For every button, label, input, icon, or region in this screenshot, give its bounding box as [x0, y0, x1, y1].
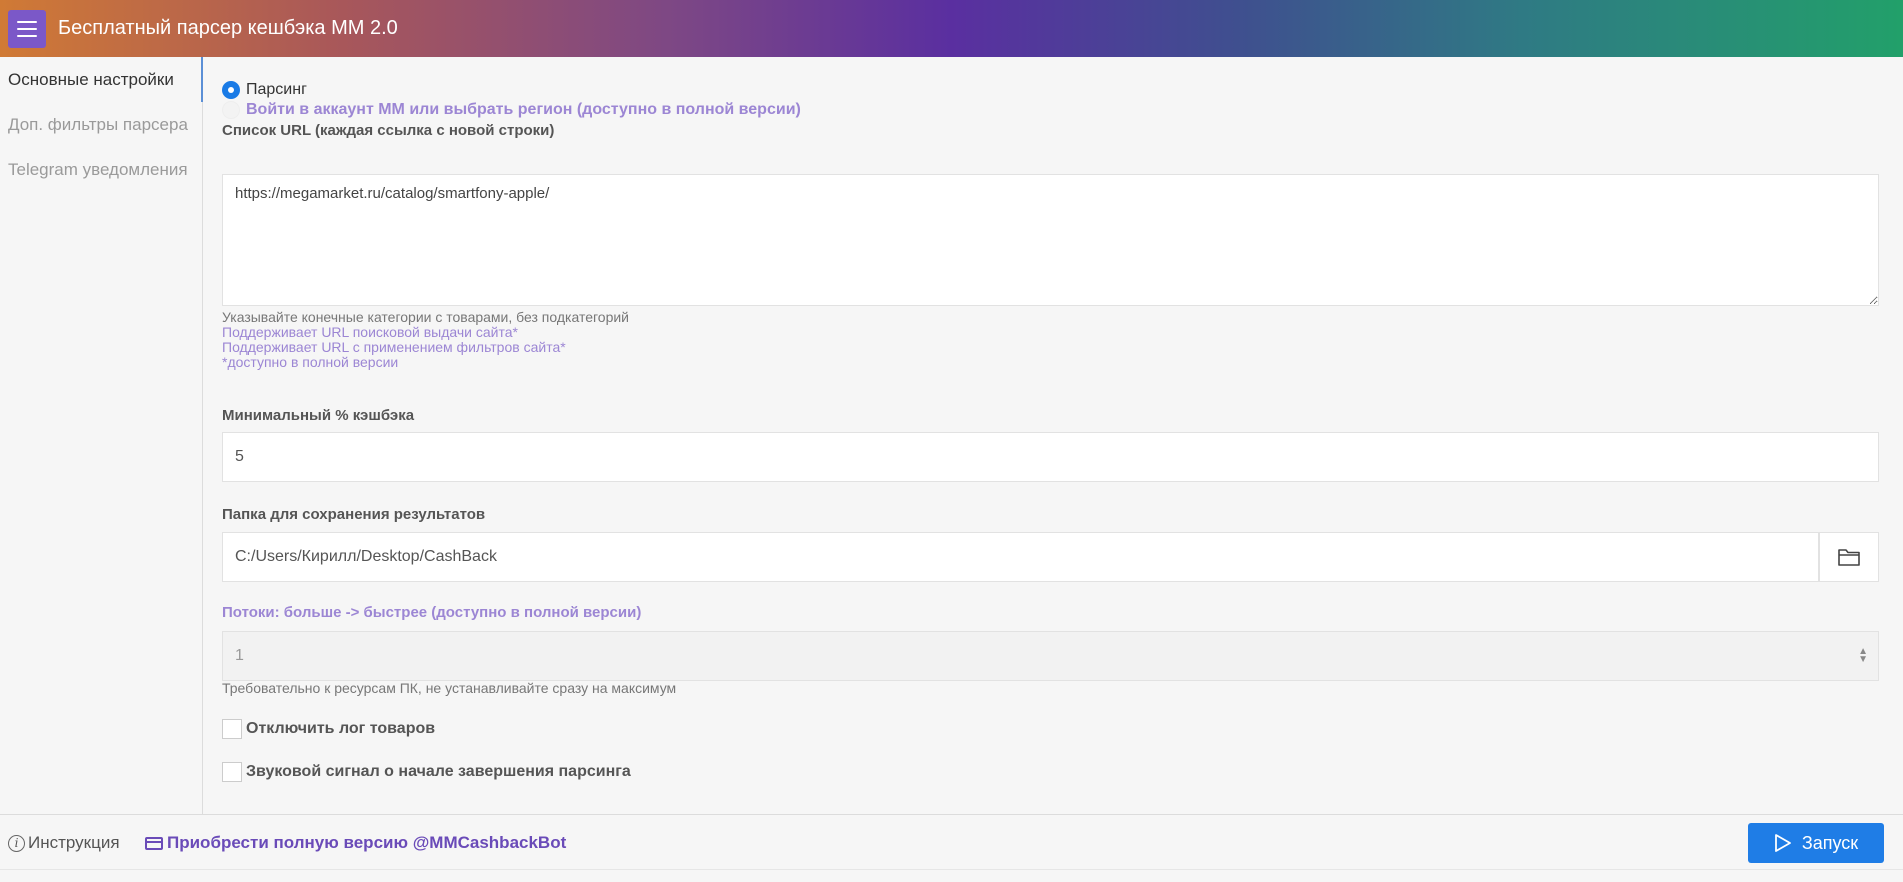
instructions-link[interactable]: i Инструкция	[8, 833, 120, 853]
urls-textarea[interactable]: https://megamarket.ru/catalog/smartfony-…	[222, 174, 1879, 306]
sidebar-item-telegram[interactable]: Telegram уведомления	[0, 147, 202, 192]
urls-hint-filters: Поддерживает URL с применением фильтров …	[222, 339, 566, 355]
sidebar-item-main-settings[interactable]: Основные настройки	[0, 57, 203, 102]
disable-log-label: Отключить лог товаров	[246, 720, 436, 737]
disable-log-option[interactable]: Отключить лог товаров	[222, 719, 435, 739]
radio-label-login: Войти в аккаунт ММ или выбрать регион (д…	[246, 101, 801, 118]
spin-arrows-icon[interactable]: ▲ ▼	[1858, 647, 1868, 665]
threads-label: Потоки: больше -> быстрее (доступно в по…	[222, 604, 642, 621]
urls-hint-categories: Указывайте конечные категории с товарами…	[222, 309, 629, 325]
radio-button-unchecked[interactable]	[222, 101, 240, 119]
title-bar: Бесплатный парсер кешбэка ММ 2.0	[0, 0, 1903, 57]
folder-path-input[interactable]: C:/Users/Кирилл/Desktop/CashBack	[222, 532, 1819, 582]
hamburger-icon	[17, 20, 37, 23]
disable-log-checkbox[interactable]	[222, 719, 242, 739]
urls-hint-full-version: *доступно в полной версии	[222, 354, 399, 370]
play-icon	[1774, 834, 1791, 852]
folder-label: Папка для сохранения результатов	[222, 506, 486, 523]
cashback-value: 5	[235, 448, 244, 465]
sound-signal-label: Звуковой сигнал о начале завершения парс…	[246, 763, 631, 780]
cashback-label: Минимальный % кэшбэка	[222, 407, 415, 424]
threads-hint: Требовательно к ресурсам ПК, не устанавл…	[222, 680, 677, 696]
urls-label: Список URL (каждая ссылка с новой строки…	[222, 122, 555, 139]
menu-button[interactable]	[8, 9, 46, 48]
sound-signal-option[interactable]: Звуковой сигнал о начале завершения парс…	[222, 762, 631, 782]
sound-signal-checkbox[interactable]	[222, 762, 242, 782]
urls-hint-search: Поддерживает URL поисковой выдачи сайта*	[222, 324, 518, 340]
main-panel: Парсинг Войти в аккаунт ММ или выбрать р…	[203, 57, 1903, 814]
threads-value: 1	[235, 647, 244, 664]
threads-stepper[interactable]: 1 ▲ ▼	[222, 631, 1879, 681]
radio-button-checked[interactable]	[222, 81, 240, 99]
browse-folder-button[interactable]	[1819, 532, 1879, 582]
buy-full-version-label: Приобрести полную версию @MMCashbackBot	[167, 833, 567, 852]
folder-icon	[1838, 549, 1860, 566]
hamburger-icon-bar	[17, 27, 37, 30]
footer-bar: i Инструкция Приобрести полную версию @M…	[0, 814, 1903, 869]
radio-option-parsing[interactable]: Парсинг	[222, 81, 307, 99]
radio-option-login[interactable]: Войти в аккаунт ММ или выбрать регион (д…	[222, 101, 801, 119]
hamburger-icon-bar	[17, 34, 37, 37]
folder-path-value: C:/Users/Кирилл/Desktop/CashBack	[235, 548, 497, 565]
credit-card-icon	[145, 836, 163, 850]
buy-full-version-link[interactable]: Приобрести полную версию @MMCashbackBot	[145, 833, 566, 853]
cashback-input[interactable]: 5	[222, 432, 1879, 482]
run-label: Запуск	[1801, 832, 1859, 853]
window-bottom-edge	[0, 869, 1903, 882]
sidebar: Основные настройки Доп. фильтры парсера …	[0, 57, 203, 814]
info-icon: i	[8, 834, 25, 852]
radio-label-parsing: Парсинг	[246, 81, 307, 98]
instructions-label: Инструкция	[28, 833, 120, 852]
app-title: Бесплатный парсер кешбэка ММ 2.0	[58, 17, 398, 39]
sidebar-item-parser-filters[interactable]: Доп. фильтры парсера	[0, 102, 202, 147]
run-button[interactable]: Запуск	[1748, 823, 1884, 863]
